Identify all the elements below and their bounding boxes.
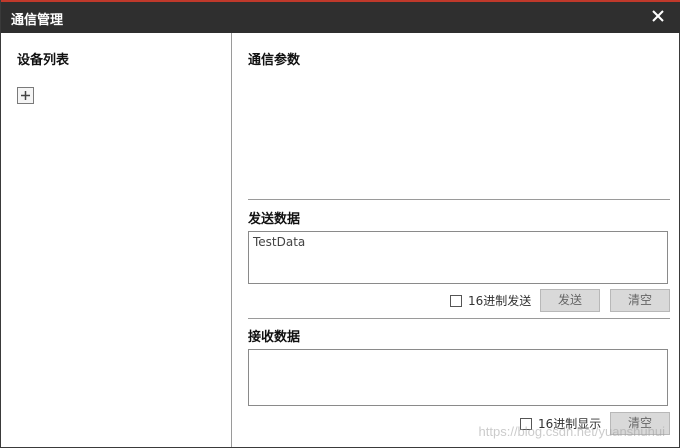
watermark: https://blog.csdn.net/yuanshuhui <box>478 424 665 439</box>
communication-panel: 通信参数 发送数据 TestData 16进制发送 发送 清空 接收数据 16进… <box>233 33 680 447</box>
device-list-title: 设备列表 <box>17 53 70 68</box>
device-list-panel: 设备列表 <box>1 33 232 447</box>
add-device-button[interactable] <box>17 87 34 104</box>
hex-send-label: 16进制发送 <box>468 294 532 308</box>
plus-icon <box>21 91 30 100</box>
divider <box>248 199 670 200</box>
send-data-title: 发送数据 <box>248 212 301 227</box>
receive-data-title: 接收数据 <box>248 330 301 345</box>
close-button[interactable] <box>649 7 667 25</box>
hex-send-checkbox[interactable]: 16进制发送 <box>450 292 531 309</box>
title-bar: 通信管理 <box>1 0 680 33</box>
params-title: 通信参数 <box>248 53 301 68</box>
clear-send-button[interactable]: 清空 <box>610 289 670 312</box>
send-button[interactable]: 发送 <box>540 289 600 312</box>
checkbox-box[interactable] <box>450 294 462 307</box>
divider <box>248 318 670 319</box>
receive-data-output[interactable] <box>248 349 668 406</box>
send-data-input[interactable]: TestData <box>248 231 668 284</box>
communication-window: 通信管理 设备列表 通信参数 发送数据 TestData 16进制发送 发送 清… <box>0 0 680 448</box>
close-icon <box>652 10 664 22</box>
window-title: 通信管理 <box>11 13 64 28</box>
